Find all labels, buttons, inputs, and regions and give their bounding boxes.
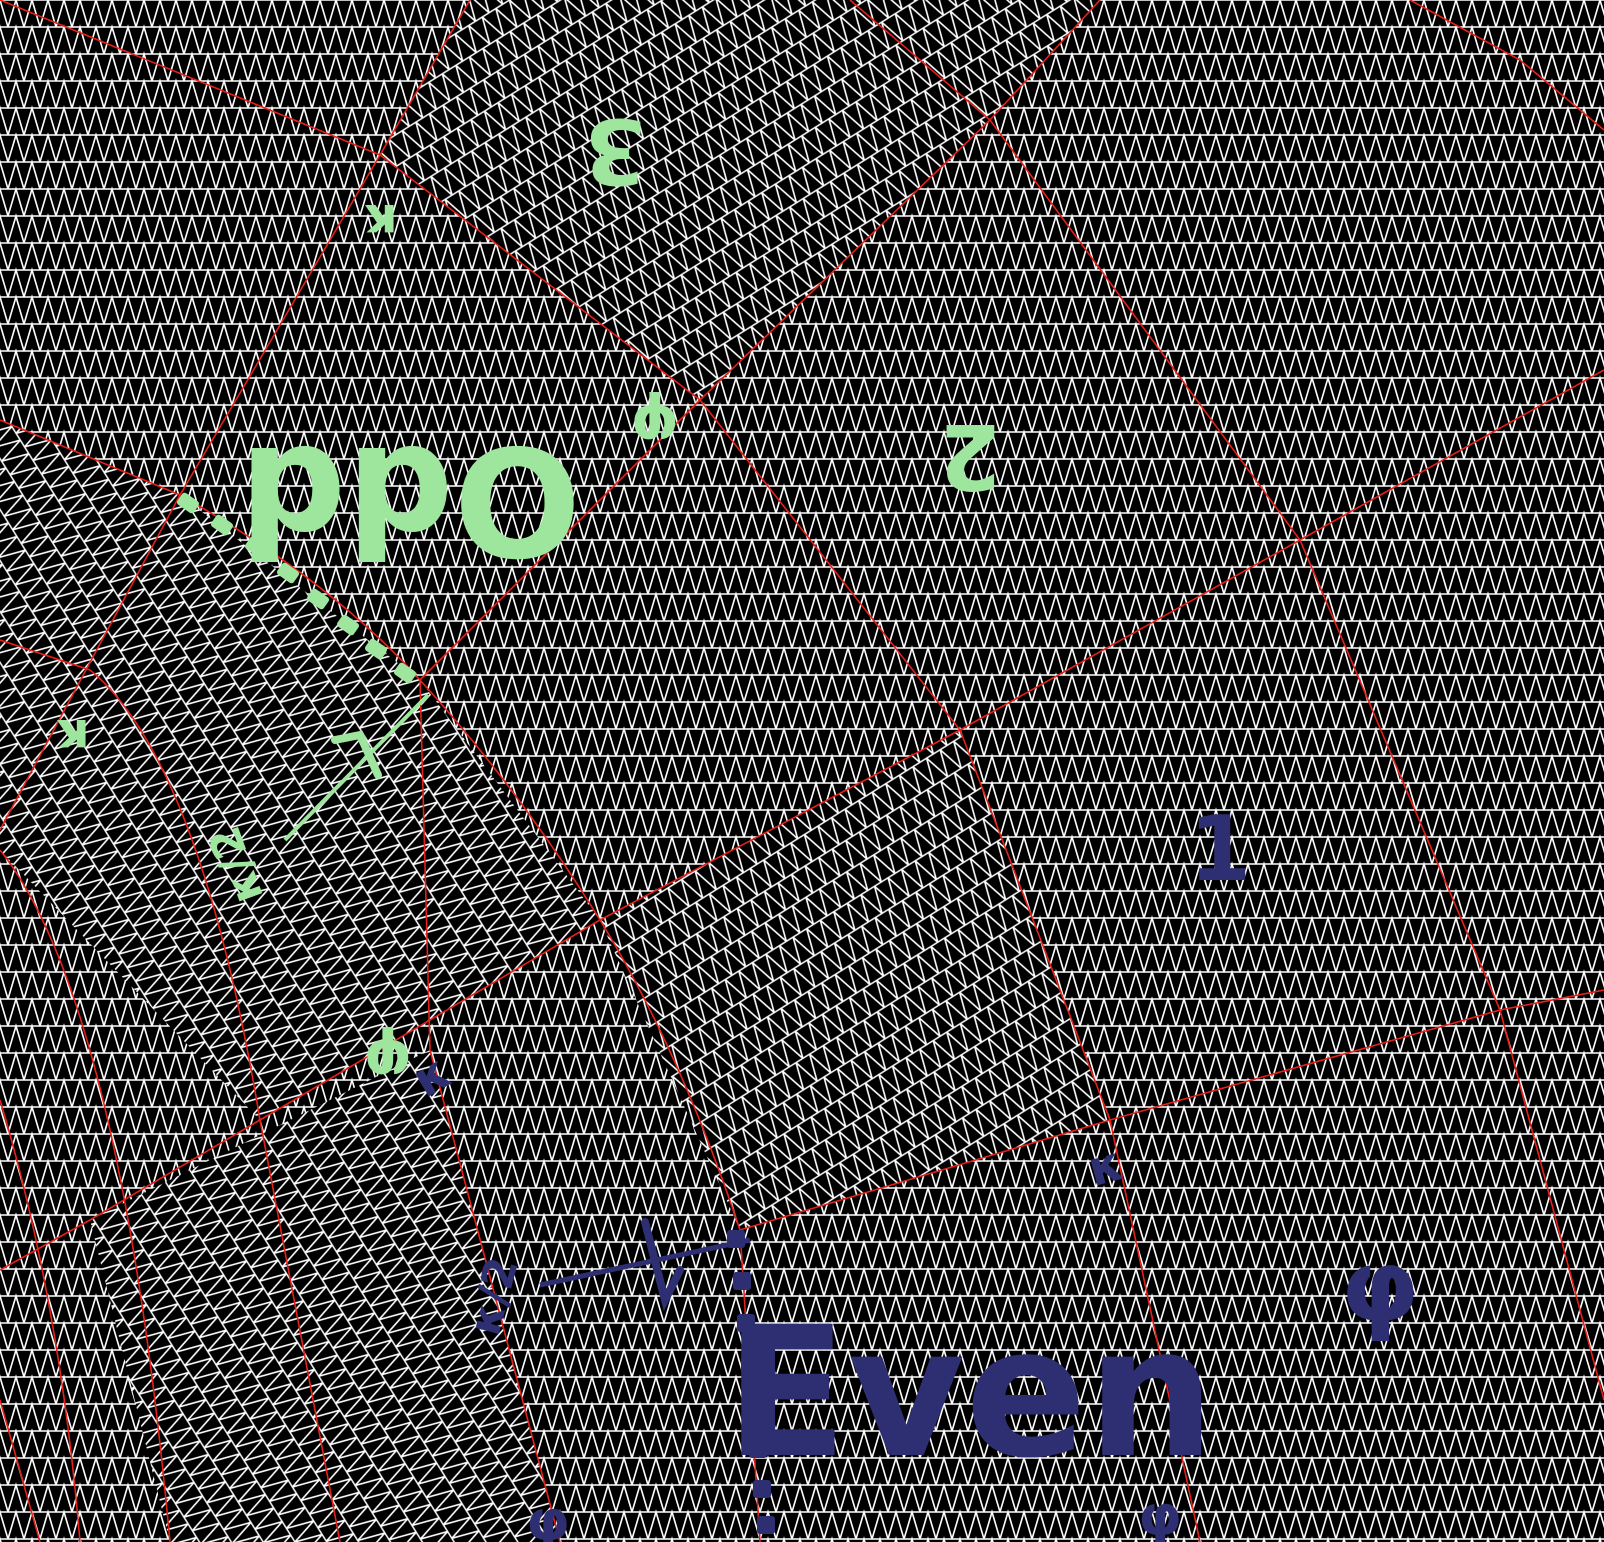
odd-label: Odd bbox=[239, 412, 581, 586]
odd-kappa-left: κ bbox=[54, 708, 90, 766]
odd-patch-number-2: 2 bbox=[939, 403, 1002, 508]
odd-patch-number-3: 3 bbox=[584, 98, 647, 203]
odd-kappa-top: κ bbox=[362, 193, 398, 251]
even-phi-bottom-left: φ bbox=[526, 1489, 570, 1542]
even-phi-bottom-right: φ bbox=[1138, 1484, 1182, 1542]
mesh-diagram-canvas: Odd 3 2 κ κ φ φ κ/2 Even 1 κ κ φ φ φ κ/2 bbox=[0, 0, 1604, 1542]
odd-phi-upper: φ bbox=[631, 390, 680, 463]
even-phi-right: φ bbox=[1341, 1227, 1419, 1344]
mesh-diagram: Odd 3 2 κ κ φ φ κ/2 Even 1 κ κ φ φ φ κ/2 bbox=[0, 0, 1604, 1542]
even-label: Even bbox=[725, 1289, 1216, 1498]
even-patch-number-1: 1 bbox=[1189, 797, 1252, 902]
